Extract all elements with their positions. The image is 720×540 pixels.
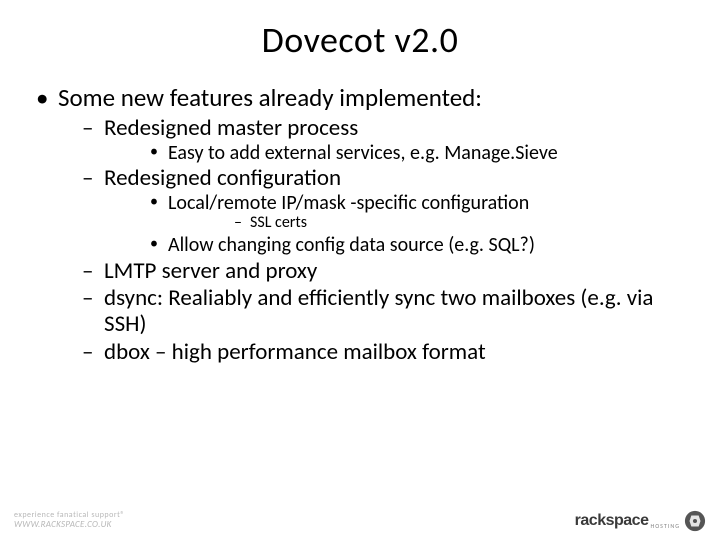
bullet-text: SSL certs: [250, 213, 307, 232]
bullet-l4: SSL certs: [168, 214, 690, 232]
rackspace-icon: [684, 510, 706, 532]
footer-left: experience fanatical support® WWW.RACKSP…: [14, 511, 125, 530]
slide-body: Some new features already implemented: R…: [30, 84, 690, 366]
bullet-text: dbox – high performance mailbox format: [104, 338, 486, 366]
footer-right-logo: rackspace HOSTING: [575, 510, 706, 532]
bullet-text: Redesigned master process: [104, 114, 358, 142]
bullet-text: Redesigned configuration: [104, 164, 341, 192]
bullet-l3: Allow changing config data source (e.g. …: [104, 234, 690, 256]
bullet-l3: Easy to add external services, e.g. Mana…: [104, 142, 690, 164]
brand-sub: HOSTING: [650, 522, 680, 530]
bullet-text: Allow changing config data source (e.g. …: [168, 233, 535, 257]
bullet-text: Some new features already implemented:: [58, 82, 482, 113]
bullet-text: Easy to add external services, e.g. Mana…: [168, 141, 558, 165]
bullet-l2: Redesigned configuration Local/remote IP…: [58, 166, 690, 256]
slide-title: Dovecot v2.0: [30, 18, 690, 62]
bullet-l2: LMTP server and proxy: [58, 259, 690, 285]
bullet-l2: dsync: Realiably and efficiently sync tw…: [58, 286, 690, 338]
bullet-text: Local/remote IP/mask -specific configura…: [168, 191, 529, 215]
footer-url: WWW.RACKSPACE.CO.UK: [14, 520, 125, 530]
bullet-text: dsync: Realiably and efficiently sync tw…: [104, 284, 653, 338]
bullet-l1: Some new features already implemented: R…: [30, 84, 690, 366]
brand-name: rackspace: [575, 512, 649, 530]
bullet-l2: Redesigned master process Easy to add ex…: [58, 116, 690, 164]
bullet-l3: Local/remote IP/mask -specific configura…: [104, 192, 690, 232]
bullet-text: LMTP server and proxy: [104, 257, 317, 285]
bullet-l2: dbox – high performance mailbox format: [58, 340, 690, 366]
slide: Dovecot v2.0 Some new features already i…: [0, 0, 720, 540]
